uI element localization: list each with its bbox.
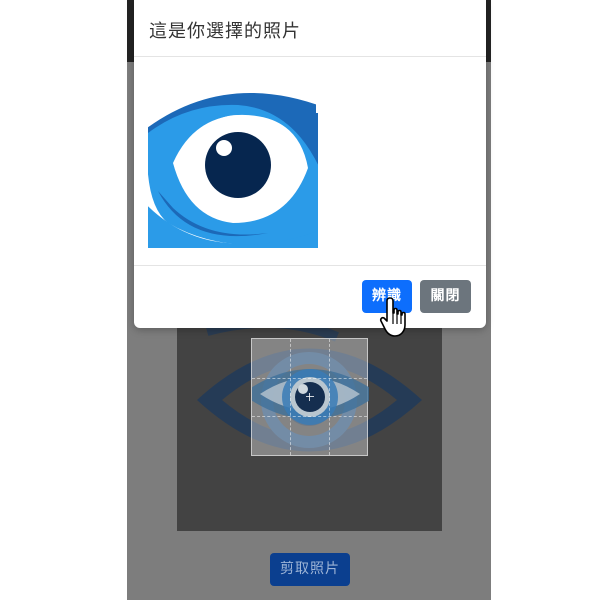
close-button[interactable]: 關閉 [420, 280, 471, 313]
modal-header: 這是你選擇的照片 [134, 0, 486, 57]
grid-line [252, 377, 367, 379]
hand-pointer-icon [379, 297, 406, 337]
grid-line [290, 339, 292, 455]
grid-line [328, 339, 330, 455]
crop-selection-box[interactable] [251, 338, 369, 456]
crop-photo-button[interactable]: 剪取照片 [270, 553, 350, 586]
modal-body [134, 57, 486, 265]
modal-title: 這是你選擇的照片 [149, 21, 301, 42]
eye-logo-image [148, 73, 326, 248]
crop-area[interactable] [177, 317, 442, 531]
modal-footer: 辨識 關閉 [134, 265, 486, 328]
grid-line [252, 416, 367, 418]
crosshair-icon [305, 393, 314, 401]
photo-modal: 這是你選擇的照片 辨識 關閉 [134, 0, 486, 328]
